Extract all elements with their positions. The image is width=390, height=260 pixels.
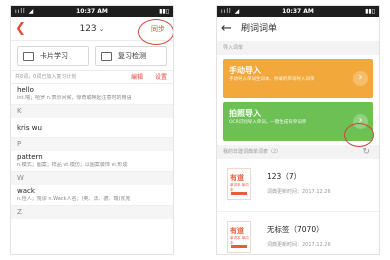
- wordbook-date: 词典更新时间：2017.12.26: [267, 189, 331, 195]
- page-title: 刷词词单: [241, 24, 278, 34]
- highlight-circle: [138, 19, 173, 45]
- my-wordbooks-section-header: 我的非建词典单词表（2） ↻: [217, 145, 379, 159]
- wordbook-cover-image: 有道 单词本 单词本: [227, 221, 251, 253]
- highlight-circle: [344, 123, 374, 147]
- chevron-down-icon: ⌄: [98, 25, 105, 33]
- battery-icon: ▮▮▯: [159, 8, 169, 15]
- word-row[interactable]: hello int.喂；哈罗 n.表示问候，惊奇或唤起注意时的用语: [11, 84, 173, 105]
- review-check-button[interactable]: 复习检测: [95, 46, 167, 66]
- cover-bar: [231, 245, 247, 248]
- top-bar: ← 刷词词单: [217, 17, 379, 41]
- wordbook-item[interactable]: 有道 单词本 单词本 123（7） 词典更新时间：2017.12.26: [217, 159, 379, 212]
- card-study-button[interactable]: 卡片学习: [17, 46, 89, 66]
- import-section-header: 导入词单: [217, 41, 379, 55]
- right-phone-screen: ııll ◢ 10:37 AM ▮▮▯ ← 刷词词单 导入词单 手动导入 手动导…: [216, 5, 380, 255]
- manual-import-card[interactable]: 手动导入 手动导入单词生词本，你录的单词导入词单 ›: [223, 59, 373, 98]
- word-row[interactable]: kris wu: [11, 118, 173, 138]
- letter-header: W: [11, 172, 173, 185]
- back-arrow-icon[interactable]: ←: [221, 19, 232, 39]
- word-definition: n.模式；图案；样品 vt.模仿；以图案装饰 vi.形成: [17, 162, 128, 168]
- review-check-icon: [101, 51, 112, 61]
- battery-icon: ▮▮▯: [365, 8, 375, 15]
- word-row[interactable]: wack n.怪人；荒谬 n.Wack人名；(英、法、德、瑞)瓦克: [11, 185, 173, 206]
- left-phone-screen: ııll ◢ 10:37 AM ▮▮▯ ❮ 123 ⌄ 同步 卡片学习 复习检测 …: [10, 5, 174, 255]
- manual-import-subtitle: 手动导入单词生词本，你录的单词导入词单: [229, 77, 315, 82]
- chevron-right-icon: ›: [353, 71, 368, 86]
- my-wordbooks-label: 我的非建词典单词表（2）: [223, 149, 282, 155]
- word-row[interactable]: pattern n.模式；图案；样品 vt.模仿；以图案装饰 vi.形成: [11, 151, 173, 172]
- wordbook-info-bar: 共6词，0词已加入复习计划 编辑 设置: [11, 71, 173, 84]
- wordbook-name: 123（7）: [267, 172, 302, 181]
- manual-import-title: 手动导入: [229, 66, 261, 75]
- word-definition: n.怪人；荒谬 n.Wack人名；(英、法、德、瑞)瓦克: [17, 196, 131, 202]
- letter-header: K: [11, 105, 173, 118]
- status-time: 10:37 AM: [76, 8, 108, 15]
- letter-header: P: [11, 138, 173, 151]
- cover-logo-text: 有道: [230, 174, 244, 182]
- word-text: wack: [17, 187, 35, 195]
- status-time: 10:37 AM: [282, 8, 314, 15]
- study-button-row: 卡片学习 复习检测: [11, 41, 173, 71]
- wordbook-date: 词典更新时间：2017.12.26: [267, 242, 331, 248]
- card-study-icon: [23, 51, 34, 61]
- edit-button[interactable]: 编辑: [131, 71, 143, 84]
- wordbook-cover-image: 有道 单词本 单词本: [227, 168, 251, 200]
- wordbook-title-label: 123: [79, 24, 97, 34]
- word-definition: int.喂；哈罗 n.表示问候，惊奇或唤起注意时的用语: [17, 95, 132, 101]
- status-bar: ııll ◢ 10:37 AM ▮▮▯: [11, 6, 173, 17]
- word-text: hello: [17, 86, 34, 94]
- photo-import-title: 拍照导入: [229, 109, 261, 118]
- word-text: pattern: [17, 153, 43, 161]
- wordbook-name: 无标签（7070）: [267, 225, 324, 234]
- letter-header: Z: [11, 206, 173, 219]
- cover-logo-text: 有道: [230, 227, 244, 235]
- cover-bar: [231, 192, 247, 195]
- review-check-label: 复习检测: [118, 52, 146, 60]
- settings-button[interactable]: 设置: [155, 71, 167, 84]
- word-count-info: 共6词，0词已加入复习计划: [15, 74, 77, 80]
- card-study-label: 卡片学习: [40, 52, 68, 60]
- refresh-icon[interactable]: ↻: [362, 145, 370, 159]
- status-bar: ııll ◢ 10:37 AM ▮▮▯: [217, 6, 379, 17]
- wordbook-item[interactable]: 有道 单词本 单词本 无标签（7070） 词典更新时间：2017.12.26: [217, 212, 379, 254]
